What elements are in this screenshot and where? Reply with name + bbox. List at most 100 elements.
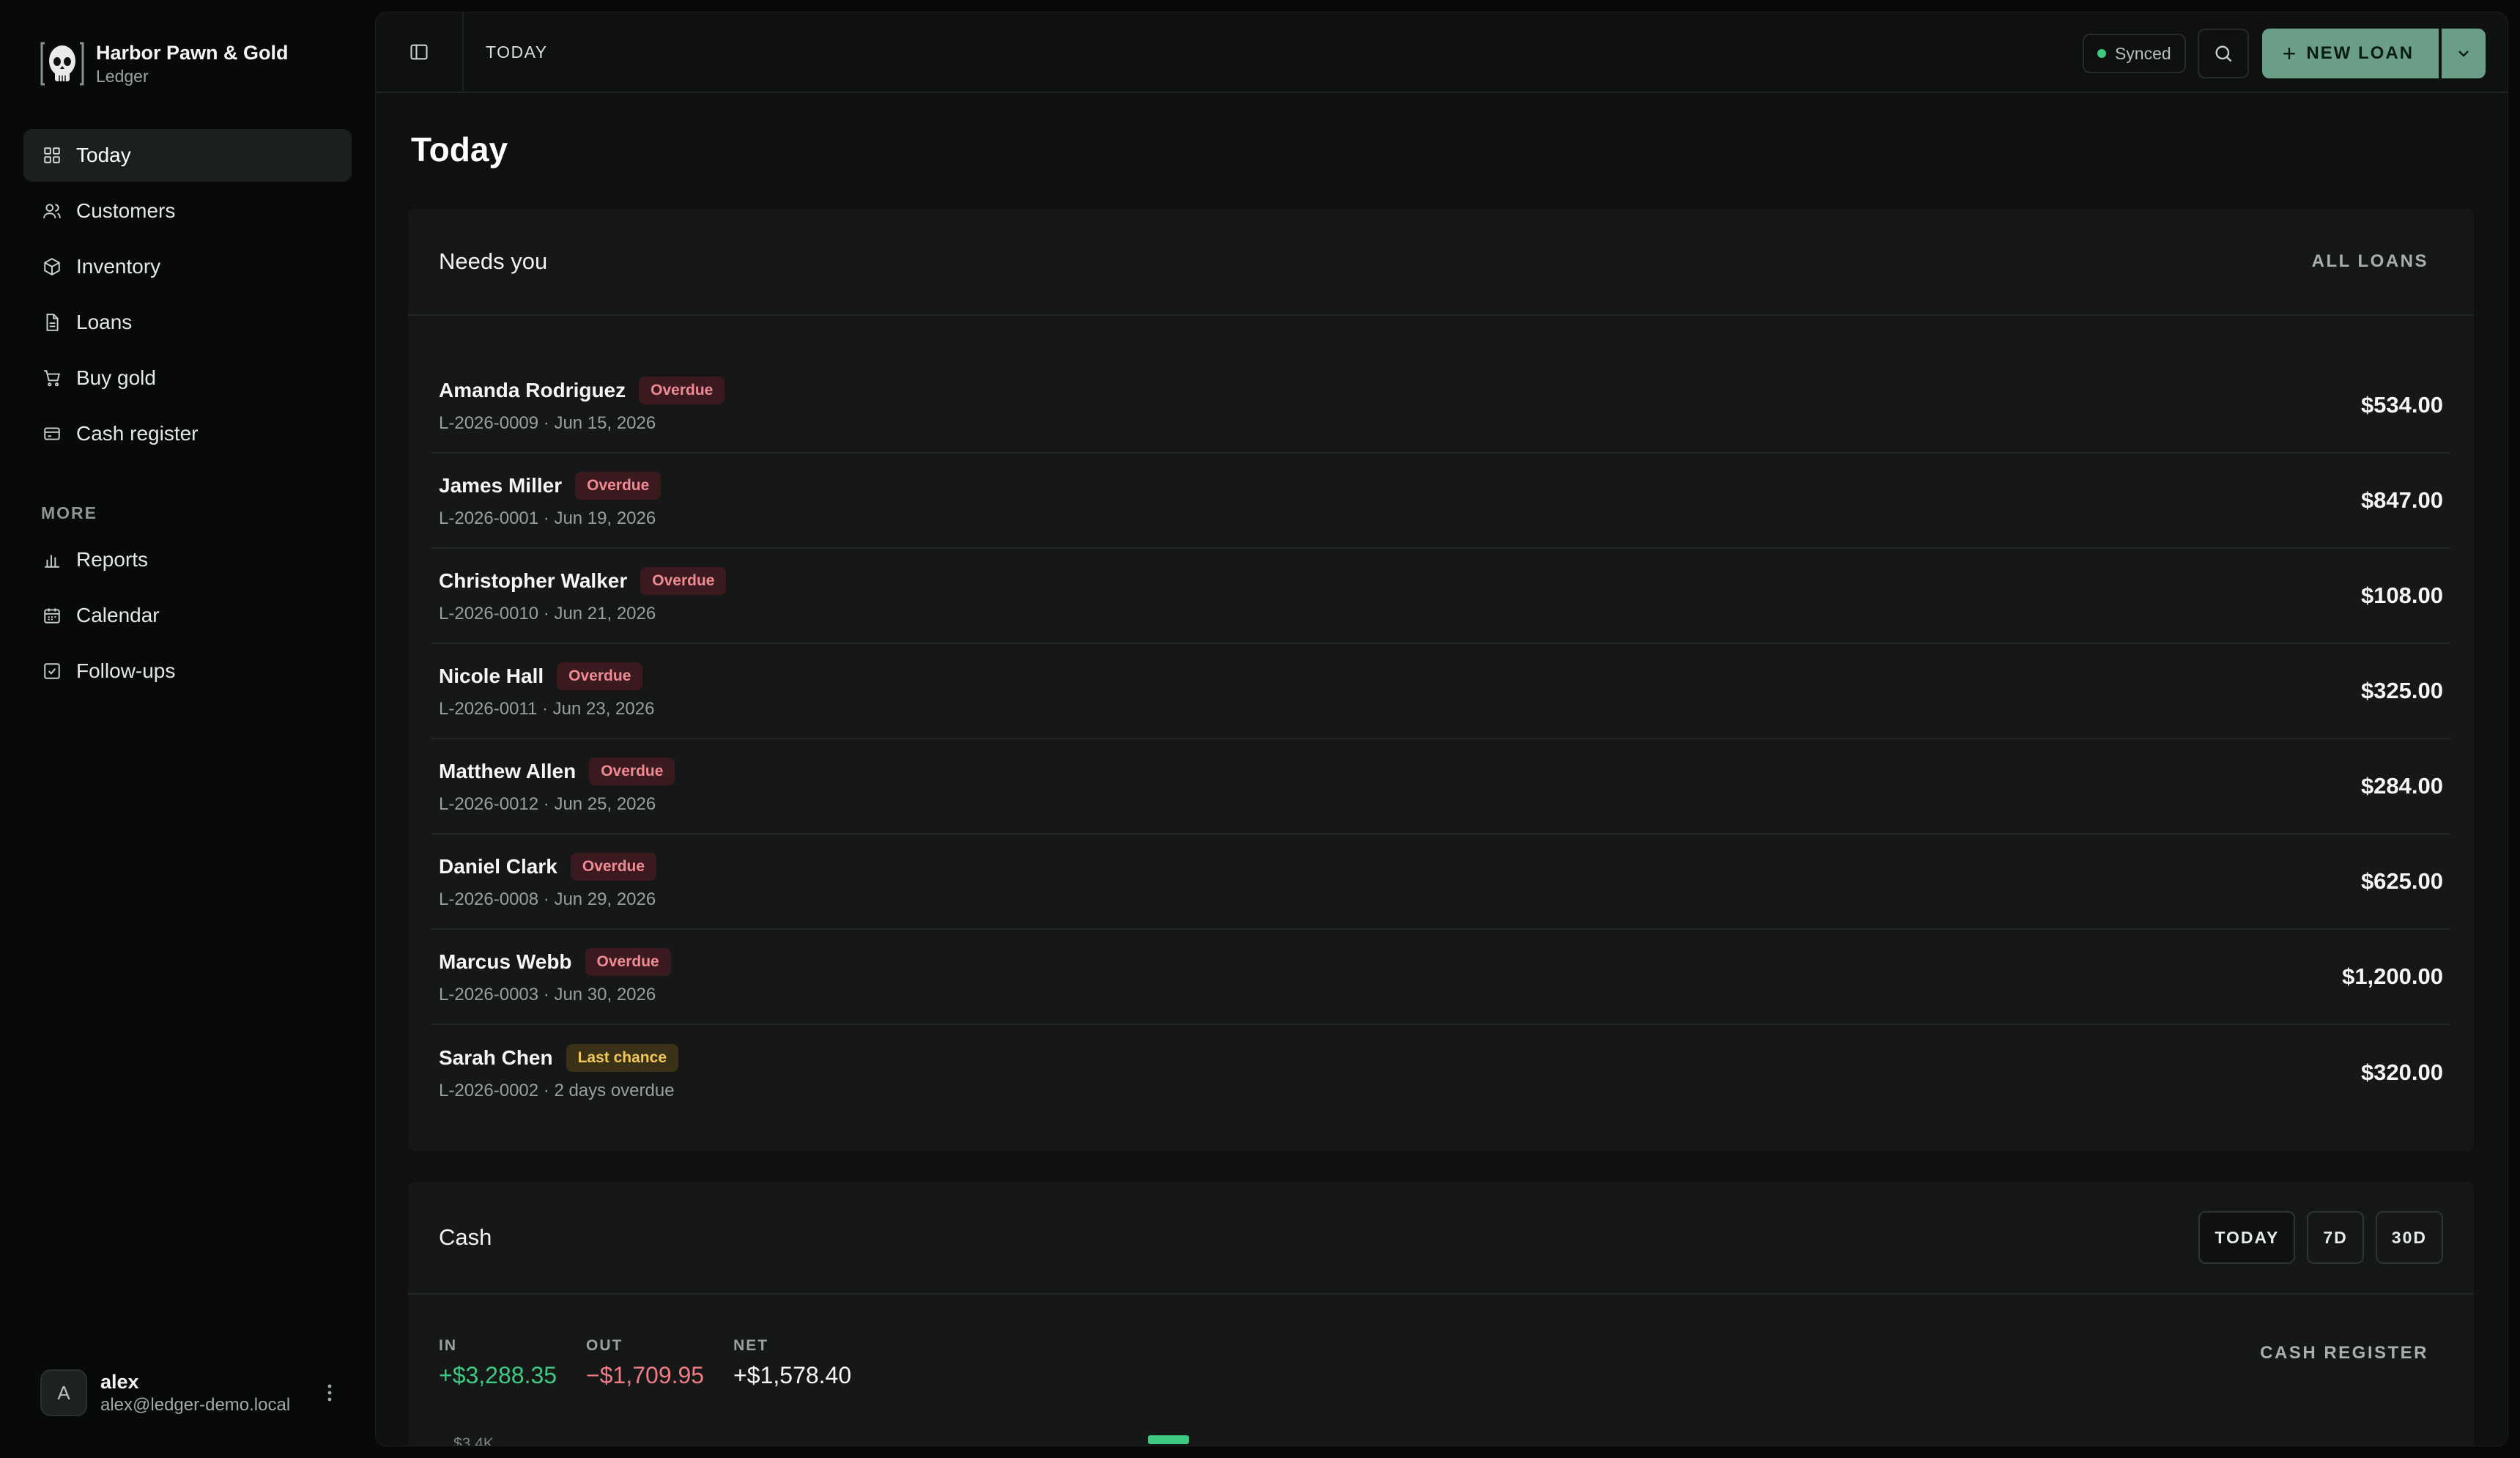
box-icon: [42, 257, 62, 276]
status-badge: Overdue: [639, 377, 725, 404]
breadcrumb: TODAY: [486, 42, 548, 62]
cash-body: IN +$3,288.35 OUT −$1,709.95 NET +$1,578…: [408, 1295, 2474, 1446]
new-loan-dropdown-button[interactable]: [2442, 29, 2486, 78]
all-loans-link[interactable]: ALL LOANS: [2312, 251, 2443, 272]
sidebar-item-label: Follow-ups: [76, 659, 176, 682]
page-title: Today: [411, 130, 508, 169]
status-badge: Overdue: [557, 662, 643, 690]
cash-stats: IN +$3,288.35 OUT −$1,709.95 NET +$1,578…: [439, 1337, 2443, 1389]
grid-icon: [42, 146, 62, 165]
loan-row[interactable]: Matthew Allen Overdue L-2026-0012 · Jun 25…: [431, 739, 2450, 835]
loan-customer-name: Matthew Allen: [439, 760, 577, 782]
loan-customer-name: Sarah Chen: [439, 1046, 553, 1069]
cash-net-stat: NET +$1,578.40: [733, 1337, 851, 1389]
sidebar-item-loans[interactable]: Loans: [23, 296, 352, 349]
sidebar-item-label: Loans: [76, 311, 133, 333]
brand[interactable]: Harbor Pawn & Gold Ledger: [40, 39, 289, 89]
needs-you-title: Needs you: [439, 248, 548, 274]
search-button[interactable]: [2197, 29, 2249, 78]
sidebar-item-label: Reports: [76, 548, 149, 571]
search-icon: [2215, 45, 2231, 62]
loan-row[interactable]: Christopher Walker Overdue L-2026-0010 · J…: [431, 549, 2450, 644]
sync-status-label: Synced: [2114, 43, 2171, 63]
chart-tick-label: $3.4K: [453, 1435, 494, 1446]
sidebar-item-cash-register[interactable]: Cash register: [23, 407, 352, 460]
loan-row[interactable]: Daniel Clark Overdue L-2026-0008 · Jun 29,…: [431, 835, 2450, 930]
status-badge: Overdue: [570, 853, 657, 881]
loan-meta: L-2026-0012 · Jun 25, 2026: [439, 794, 656, 814]
user-email: alex@ledger-demo.local: [100, 1395, 291, 1415]
sidebar-item-reports[interactable]: Reports: [23, 533, 352, 586]
loan-customer-name: Christopher Walker: [439, 569, 628, 592]
loan-meta: L-2026-0008 · Jun 29, 2026: [439, 889, 656, 909]
sidebar-item-label: Inventory: [76, 255, 161, 278]
document-icon: [42, 313, 62, 332]
sidebar: Harbor Pawn & Gold Ledger Today Customer…: [0, 0, 375, 1458]
chevron-down-icon: [2458, 51, 2469, 57]
topbar: TODAY Synced + NEW LOAN: [376, 12, 2508, 93]
status-badge: Overdue: [640, 567, 727, 595]
brand-name: Harbor Pawn & Gold: [96, 42, 289, 64]
cart-icon: [42, 369, 62, 388]
cash-in-value: +$3,288.35: [439, 1362, 557, 1388]
sidebar-item-today[interactable]: Today: [23, 129, 352, 182]
sidebar-item-follow-ups[interactable]: Follow-ups: [23, 645, 352, 697]
loan-customer-name: James Miller: [439, 474, 563, 497]
loan-amount: $847.00: [2360, 487, 2443, 513]
status-badge: Overdue: [589, 758, 675, 785]
calendar-icon: [42, 606, 62, 625]
register-icon: [42, 424, 62, 443]
cash-in-stat: IN +$3,288.35: [439, 1337, 557, 1389]
sidebar-item-inventory[interactable]: Inventory: [23, 240, 352, 293]
loan-row[interactable]: Sarah Chen Last chance L-2026-0002 · 2 day…: [431, 1025, 2450, 1120]
skull-logo-icon: [40, 42, 84, 86]
sidebar-item-calendar[interactable]: Calendar: [23, 589, 352, 642]
sidebar-item-label: Cash register: [76, 422, 199, 445]
cash-out-label: OUT: [586, 1337, 623, 1354]
sidebar-nav: Today Customers Inventory Loans Buy gold…: [23, 129, 352, 700]
sidebar-item-buy-gold[interactable]: Buy gold: [23, 352, 352, 404]
cash-in-label: IN: [439, 1337, 457, 1354]
sidebar-item-label: Today: [76, 144, 131, 166]
status-dot-icon: [2097, 49, 2106, 58]
loan-meta: L-2026-0002 · 2 days overdue: [439, 1081, 675, 1100]
sync-status-badge: Synced: [2082, 34, 2186, 73]
loan-row[interactable]: Amanda Rodriguez Overdue L-2026-0009 · Jun…: [431, 358, 2450, 454]
loan-meta: L-2026-0003 · Jun 30, 2026: [439, 985, 656, 1004]
sidebar-item-label: Calendar: [76, 604, 160, 626]
cash-card: Cash TODAY 7D 30D IN +$3,288.35 OUT −$1,…: [408, 1182, 2474, 1446]
chart-bar: [1148, 1435, 1189, 1444]
loan-customer-name: Marcus Webb: [439, 950, 572, 973]
brand-subtitle: Ledger: [96, 67, 149, 86]
loan-row[interactable]: Marcus Webb Overdue L-2026-0003 · Jun 30, …: [431, 930, 2450, 1025]
loan-amount: $625.00: [2360, 868, 2443, 894]
more-vertical-icon[interactable]: [319, 1378, 341, 1407]
cash-net-value: +$1,578.40: [733, 1362, 852, 1388]
cash-title: Cash: [439, 1224, 492, 1250]
needs-you-card: Needs you ALL LOANS Amanda Rodriguez Over…: [408, 209, 2474, 1151]
section-label-more: MORE: [41, 503, 97, 522]
app-root: Harbor Pawn & Gold Ledger Today Customer…: [0, 0, 2520, 1458]
loan-meta: L-2026-0010 · Jun 21, 2026: [439, 604, 656, 623]
checkbox-icon: [42, 662, 62, 681]
cash-header: Cash TODAY 7D 30D: [408, 1182, 2474, 1295]
main-panel: TODAY Synced + NEW LOAN Today Needs you …: [375, 12, 2508, 1446]
loan-customer-name: Nicole Hall: [439, 665, 544, 687]
range-30d-button[interactable]: 30D: [2375, 1211, 2443, 1264]
range-7d-button[interactable]: 7D: [2307, 1211, 2364, 1264]
sidebar-item-customers[interactable]: Customers: [23, 185, 352, 237]
loan-meta: L-2026-0011 · Jun 23, 2026: [439, 699, 655, 719]
needs-you-header: Needs you ALL LOANS: [408, 209, 2474, 316]
loan-row[interactable]: James Miller Overdue L-2026-0001 · Jun 19,…: [431, 454, 2450, 549]
sidebar-item-label: Customers: [76, 199, 176, 222]
new-loan-label: NEW LOAN: [2306, 43, 2414, 63]
range-today-button[interactable]: TODAY: [2198, 1211, 2296, 1264]
new-loan-button[interactable]: + NEW LOAN: [2261, 29, 2439, 78]
cash-register-link[interactable]: CASH REGISTER: [2260, 1343, 2428, 1363]
loan-customer-name: Daniel Clark: [439, 855, 557, 878]
loan-row[interactable]: Nicole Hall Overdue L-2026-0011 · Jun 23, …: [431, 644, 2450, 739]
user-menu[interactable]: A alex alex@ledger-demo.local: [40, 1369, 341, 1416]
loan-amount: $1,200.00: [2342, 963, 2443, 989]
loan-amount: $108.00: [2360, 582, 2443, 608]
sidebar-toggle-button[interactable]: [376, 12, 464, 92]
